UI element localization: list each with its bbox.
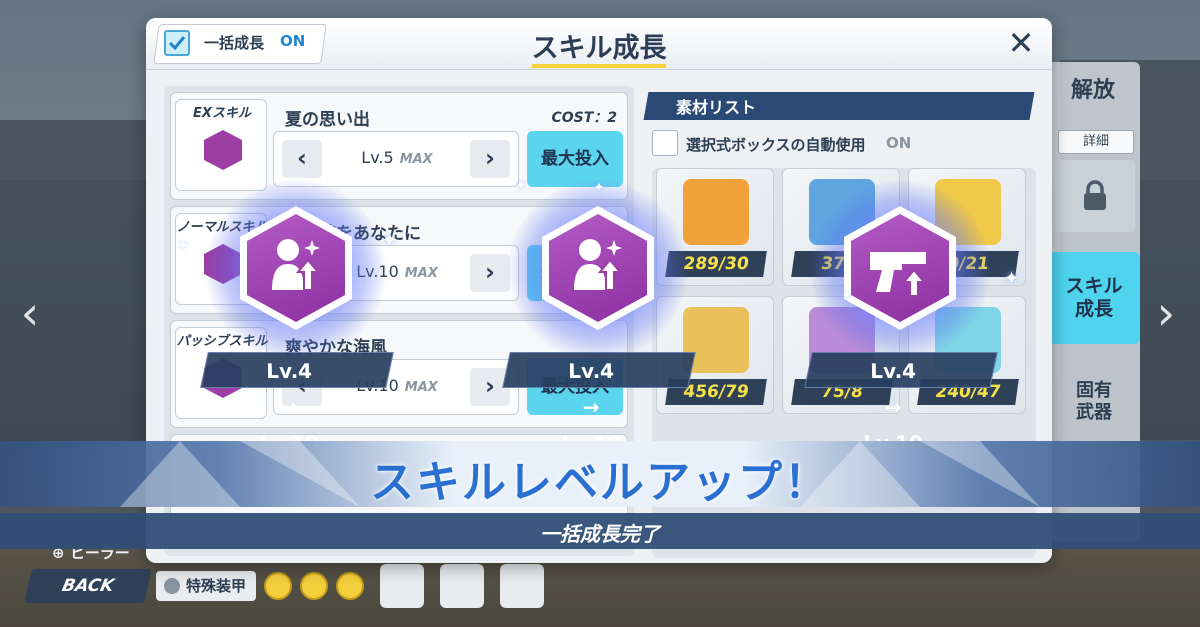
armor-icon	[164, 578, 180, 594]
title-underline	[532, 64, 666, 68]
level-decrease-button[interactable]: ‹	[282, 368, 322, 406]
max-input-button[interactable]: 最大投入	[527, 131, 623, 187]
material-card[interactable]: 376/	[782, 168, 900, 286]
next-arrow-icon[interactable]: ›	[1146, 290, 1186, 340]
material-potion-icon	[935, 307, 1001, 373]
material-card[interactable]: 0/21	[908, 168, 1026, 286]
skill-name: この花をあなたに	[285, 224, 421, 244]
material-count: 456/79	[665, 379, 767, 405]
material-ticket-icon	[683, 179, 749, 245]
material-ticket-icon	[809, 179, 875, 245]
prev-arrow-icon[interactable]: ‹	[10, 290, 50, 340]
skill-row: パッシブスキル 爽やかな海風 ‹ Lv.10 MAX › 最大投入	[170, 320, 628, 428]
skill-type-card: ノーマルスキル	[175, 213, 268, 305]
back-button[interactable]: BACK	[24, 569, 152, 603]
skill-name: 夏の思い出	[285, 110, 370, 130]
armor-type-badge: 特殊装甲	[156, 571, 257, 601]
skill-type-card: EXスキル	[175, 99, 267, 191]
level-increase-button[interactable]: ›	[470, 140, 510, 178]
mood-face-icon	[264, 572, 293, 600]
material-crystal-icon	[935, 179, 1001, 245]
material-count: 289/30	[665, 251, 767, 277]
skill-row: ノーマルスキル この花をあなたに ‹ Lv.10 MAX › 最大投入	[170, 206, 628, 314]
skill-row: EXスキル 夏の思い出 COST：2 ‹ Lv.5 MAX › 最大投入	[170, 92, 628, 200]
level-decrease-button[interactable]: ‹	[282, 254, 322, 292]
side-unlock-title: 解放	[1070, 78, 1115, 103]
material-card[interactable]: 240/47	[908, 296, 1026, 414]
close-button[interactable]: ✕	[1001, 24, 1041, 64]
skill-name: 爽やかな海風	[285, 338, 387, 358]
skill-growth-button[interactable]: スキル 成長	[1048, 252, 1140, 344]
auto-use-state: ON	[886, 134, 912, 152]
level-decrease-button[interactable]: ‹	[282, 140, 322, 178]
level-up-title: スキルレベルアップ！	[370, 457, 830, 508]
lock-slot[interactable]	[1055, 160, 1135, 232]
detail-button[interactable]: 詳細	[1058, 130, 1134, 154]
passive-skill-icon	[204, 358, 242, 398]
material-trumpet-icon	[683, 307, 749, 373]
level-stepper: ‹ Lv.10 MAX ›	[273, 245, 519, 301]
skill-type-label: パッシブスキル	[176, 334, 268, 349]
material-card[interactable]: 456/79	[656, 296, 774, 414]
auto-use-checkbox[interactable]	[652, 130, 678, 156]
material-count: 75/8	[791, 379, 893, 405]
level-increase-button[interactable]: ›	[470, 254, 510, 292]
max-input-button[interactable]: 最大投入	[527, 245, 623, 301]
mood-face-icon	[336, 572, 365, 600]
level-value: Lv.10 MAX	[356, 376, 438, 395]
material-count: 240/47	[917, 379, 1019, 405]
level-stepper: ‹ Lv.10 MAX ›	[273, 359, 519, 415]
person-icon	[204, 244, 242, 284]
level-value: Lv.5 MAX	[361, 148, 433, 167]
material-disc-icon	[809, 307, 875, 373]
voice-icon[interactable]	[500, 564, 545, 608]
bottom-bar: BACK 特殊装甲	[24, 564, 545, 608]
mood-face-icon	[300, 572, 329, 600]
level-value: Lv.10 MAX	[356, 262, 438, 281]
skill-cost: COST：2	[551, 110, 617, 126]
level-stepper: ‹ Lv.5 MAX ›	[273, 131, 519, 187]
max-input-button[interactable]: 最大投入	[527, 359, 623, 415]
skill-type-label: ノーマルスキル	[176, 220, 268, 235]
material-card[interactable]: 75/8	[782, 296, 900, 414]
auto-use-label: 選択式ボックスの自動使用	[686, 136, 866, 154]
material-count: 376/	[791, 251, 893, 277]
unique-weapon-button[interactable]: 固有 武器	[1048, 380, 1140, 424]
skill-type-label: EXスキル	[193, 106, 251, 121]
skill-type-card: パッシブスキル	[175, 327, 268, 419]
lock-icon	[1084, 180, 1106, 210]
level-up-subtitle: 一括成長完了	[540, 522, 660, 546]
profile-icon[interactable]	[440, 564, 485, 608]
rotate-icon[interactable]	[380, 564, 425, 608]
level-increase-button[interactable]: ›	[470, 368, 510, 406]
dialog-title: スキル成長	[531, 33, 667, 64]
material-card[interactable]: 289/30	[656, 168, 774, 286]
materials-header-label: 素材リスト	[676, 98, 757, 117]
material-count: 0/21	[917, 251, 1019, 277]
heart-plus-icon	[204, 130, 242, 170]
